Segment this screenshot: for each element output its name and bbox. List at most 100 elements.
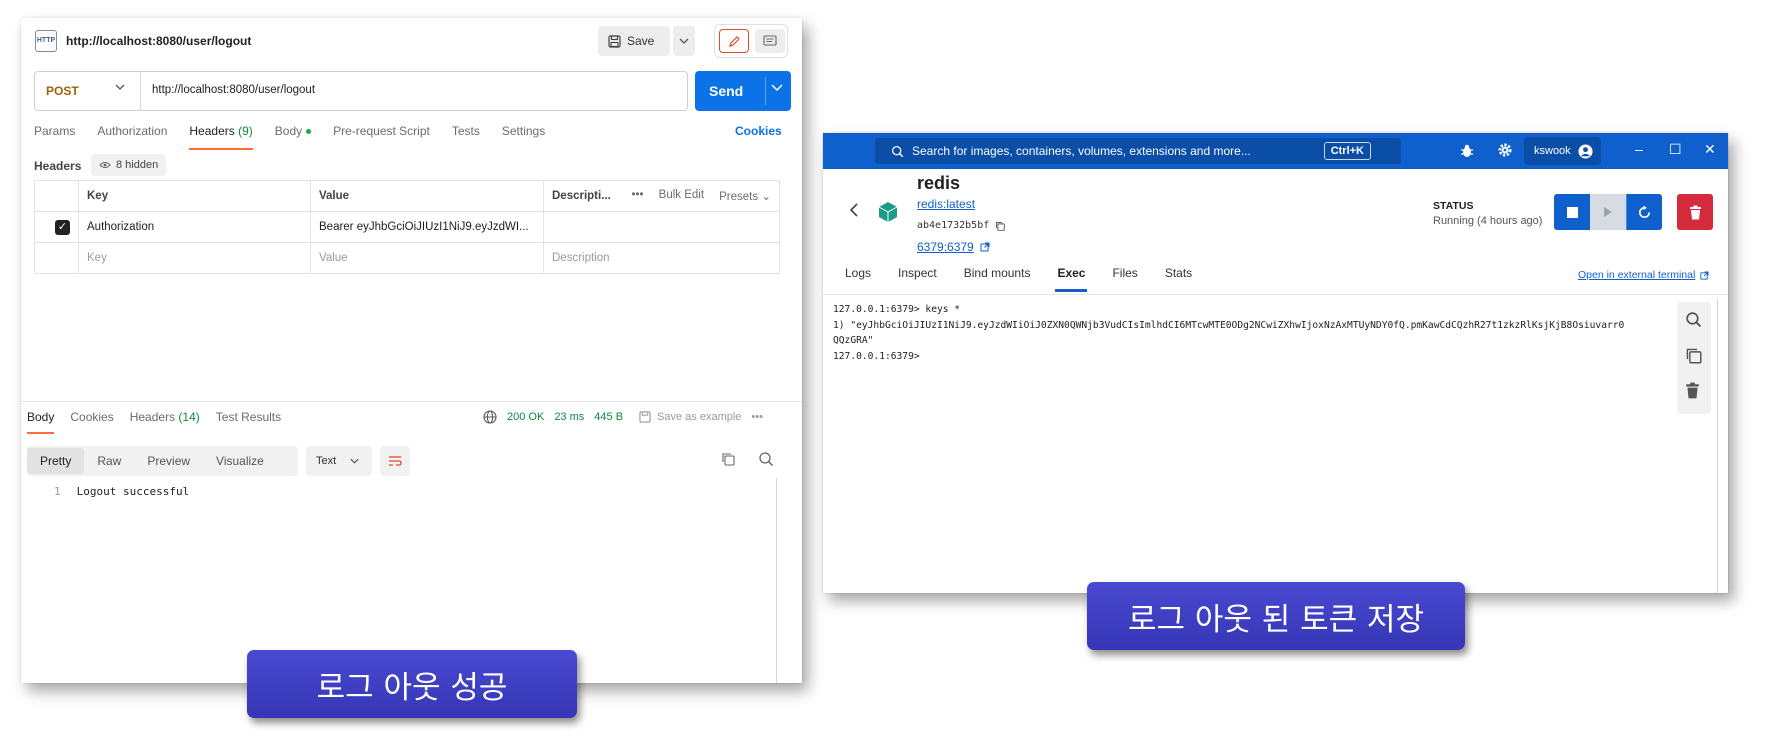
tab-body[interactable]: Body xyxy=(275,124,312,150)
chevron-down-icon[interactable] xyxy=(115,84,125,90)
top-bar: Search for images, containers, volumes, … xyxy=(823,133,1728,169)
select-column-header xyxy=(34,180,79,212)
new-description-field[interactable]: Description xyxy=(543,242,780,274)
copy-icon[interactable] xyxy=(995,221,1005,231)
send-button[interactable]: Send xyxy=(695,71,791,111)
new-key-field[interactable]: Key xyxy=(78,242,311,274)
restart-button[interactable] xyxy=(1626,194,1662,230)
bulk-edit-button[interactable]: Bulk Edit xyxy=(659,189,704,203)
wrap-lines-button[interactable] xyxy=(380,446,410,476)
save-options-button[interactable] xyxy=(673,26,695,56)
row-value[interactable]: Bearer eyJhbGciOiJIUzI1NiJ9.eyJzdWI... xyxy=(310,211,544,243)
format-pretty[interactable]: Pretty xyxy=(27,448,85,474)
response-time[interactable]: 23 ms xyxy=(554,411,584,423)
bug-icon[interactable] xyxy=(1460,143,1474,158)
open-external-terminal-link[interactable]: Open in external terminal xyxy=(1578,269,1709,281)
tab-response-body[interactable]: Body xyxy=(27,410,55,434)
status-code[interactable]: 200 OK xyxy=(507,411,544,423)
response-scrollbar[interactable] xyxy=(776,478,777,683)
tab-inspect[interactable]: Inspect xyxy=(898,266,937,290)
search-icon[interactable] xyxy=(758,451,774,467)
edit-mode-button[interactable] xyxy=(719,29,749,53)
format-raw[interactable]: Raw xyxy=(84,448,134,474)
stop-button[interactable] xyxy=(1554,194,1590,230)
presets-dropdown[interactable]: Presets ⌄ xyxy=(719,189,771,203)
minimize-icon[interactable]: – xyxy=(1635,141,1643,157)
terminal-line: 127.0.0.1:6379> xyxy=(833,350,920,362)
tab-stats[interactable]: Stats xyxy=(1165,266,1192,290)
exec-terminal[interactable]: 127.0.0.1:6379> keys * 1) "eyJhbGciOiJIU… xyxy=(833,302,1683,364)
tab-pre-request-script[interactable]: Pre-request Script xyxy=(333,124,430,150)
chevron-down-icon[interactable] xyxy=(771,84,783,92)
format-preview[interactable]: Preview xyxy=(134,448,203,474)
comment-icon xyxy=(763,35,777,46)
new-value-field[interactable]: Value xyxy=(310,242,544,274)
tab-authorization[interactable]: Authorization xyxy=(97,124,167,150)
delete-button[interactable] xyxy=(1677,194,1713,230)
pencil-icon xyxy=(728,35,740,47)
back-icon[interactable] xyxy=(849,203,859,217)
divider xyxy=(823,294,1728,295)
copy-icon[interactable] xyxy=(1685,347,1702,369)
response-body-line: 1 Logout successful xyxy=(54,485,189,498)
body-type-select[interactable]: Text xyxy=(306,446,372,476)
save-as-example-button[interactable]: Save as example xyxy=(639,411,741,423)
hidden-headers-toggle[interactable]: 8 hidden xyxy=(91,154,167,176)
response-headers-count: (14) xyxy=(178,410,200,424)
cookies-link[interactable]: Cookies xyxy=(735,124,782,138)
close-icon[interactable]: ✕ xyxy=(1704,141,1716,158)
pane-divider[interactable] xyxy=(21,401,802,402)
request-tab-title[interactable]: http://localhost:8080/user/logout xyxy=(66,34,251,48)
container-tabs: Logs Inspect Bind mounts Exec Files Stat… xyxy=(845,266,1192,292)
chevron-down-icon xyxy=(679,38,689,44)
tab-tests[interactable]: Tests xyxy=(452,124,480,150)
divider xyxy=(765,77,766,105)
trash-icon[interactable] xyxy=(1685,382,1700,404)
terminal-toolbar xyxy=(1677,302,1711,414)
tab-logs[interactable]: Logs xyxy=(845,266,871,290)
method-select[interactable]: POST xyxy=(46,84,79,98)
globe-icon[interactable] xyxy=(483,410,497,424)
tab-test-results[interactable]: Test Results xyxy=(216,410,281,434)
http-icon: HTTP xyxy=(35,30,57,52)
image-link[interactable]: redis:latest xyxy=(917,197,975,211)
container-icon xyxy=(878,202,898,222)
save-label: Save xyxy=(627,34,655,48)
table-tools: ••• Bulk Edit Presets ⌄ xyxy=(623,180,780,212)
enabled-checkbox[interactable]: ✓ xyxy=(55,219,70,235)
tab-params[interactable]: Params xyxy=(34,124,75,150)
tab-bind-mounts[interactable]: Bind mounts xyxy=(964,266,1031,290)
terminal-line: 1) "eyJhbGciOiJIUzI1NiJ9.eyJzdWIiOiJ0ZXN… xyxy=(833,319,1625,331)
username: kswook xyxy=(1534,145,1571,157)
caption-token-stored: 로그 아웃 된 토큰 저장 xyxy=(1087,582,1465,650)
copy-icon[interactable] xyxy=(721,452,735,466)
start-button[interactable] xyxy=(1590,194,1626,230)
tab-headers[interactable]: Headers (9) xyxy=(189,124,254,150)
url-input[interactable] xyxy=(152,84,652,96)
more-options-button[interactable]: ••• xyxy=(632,189,644,203)
format-visualize[interactable]: Visualize xyxy=(203,448,277,474)
row-key[interactable]: Authorization xyxy=(78,211,311,243)
tab-response-headers[interactable]: Headers (14) xyxy=(130,410,200,434)
save-icon xyxy=(639,411,651,423)
user-account-button[interactable]: kswook xyxy=(1524,137,1601,165)
gear-icon[interactable] xyxy=(1497,142,1513,158)
search-icon[interactable] xyxy=(1685,311,1702,333)
headers-table: Key Value Descripti... ••• Bulk Edit Pre… xyxy=(34,180,780,274)
stop-icon xyxy=(1566,206,1578,218)
container-id: ab4e1732b5bf xyxy=(917,220,1005,231)
maximize-icon[interactable]: ☐ xyxy=(1669,141,1682,158)
port-link[interactable]: 6379:6379 xyxy=(917,240,990,254)
documentation-button[interactable] xyxy=(755,29,785,53)
save-button[interactable]: Save xyxy=(598,26,670,56)
tab-response-cookies[interactable]: Cookies xyxy=(70,410,113,434)
tab-settings[interactable]: Settings xyxy=(502,124,545,150)
response-text: Logout successful xyxy=(76,485,190,498)
terminal-scrollbar[interactable] xyxy=(1717,298,1718,593)
global-search[interactable]: Search for images, containers, volumes, … xyxy=(875,138,1401,164)
tab-exec[interactable]: Exec xyxy=(1055,266,1088,292)
row-description[interactable] xyxy=(543,211,780,243)
response-more-button[interactable]: ••• xyxy=(751,411,763,423)
response-size[interactable]: 445 B xyxy=(594,411,623,423)
tab-files[interactable]: Files xyxy=(1112,266,1137,290)
